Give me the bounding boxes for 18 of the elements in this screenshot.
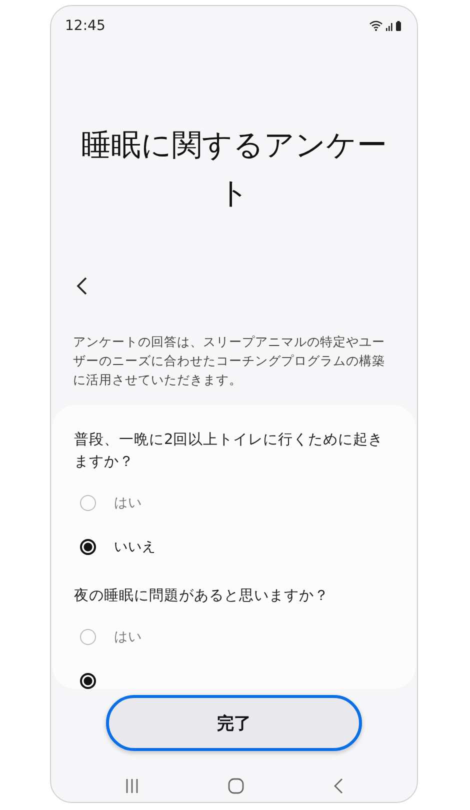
page-title: 睡眠に関するアンケート xyxy=(80,127,388,213)
status-icons xyxy=(369,20,403,32)
home-icon[interactable] xyxy=(226,777,245,795)
back-icon[interactable] xyxy=(75,276,89,296)
option-label[interactable]: はい xyxy=(114,494,142,512)
option-label[interactable]: いいえ xyxy=(114,538,156,556)
radio-button[interactable] xyxy=(80,629,96,645)
recent-apps-icon[interactable] xyxy=(124,778,140,794)
back-nav-icon[interactable] xyxy=(332,777,344,795)
description-text: アンケートの回答は、スリープアニマルの特定やユーザーのニーズに合わせたコーチングプログラムの構築に活用させていただきます。 xyxy=(73,333,386,389)
question-text: 普段、一晩に2回以上トイレに行くために起きますか？ xyxy=(74,430,384,472)
done-button[interactable]: 完了 xyxy=(106,695,362,751)
question-text: 夜の睡眠に問題があると思いますか？ xyxy=(74,586,330,606)
option-label[interactable]: はい xyxy=(114,628,142,646)
radio-button[interactable] xyxy=(80,495,96,511)
radio-button[interactable] xyxy=(80,539,96,555)
radio-button[interactable] xyxy=(80,673,96,689)
status-time: 12:45 xyxy=(65,18,106,34)
